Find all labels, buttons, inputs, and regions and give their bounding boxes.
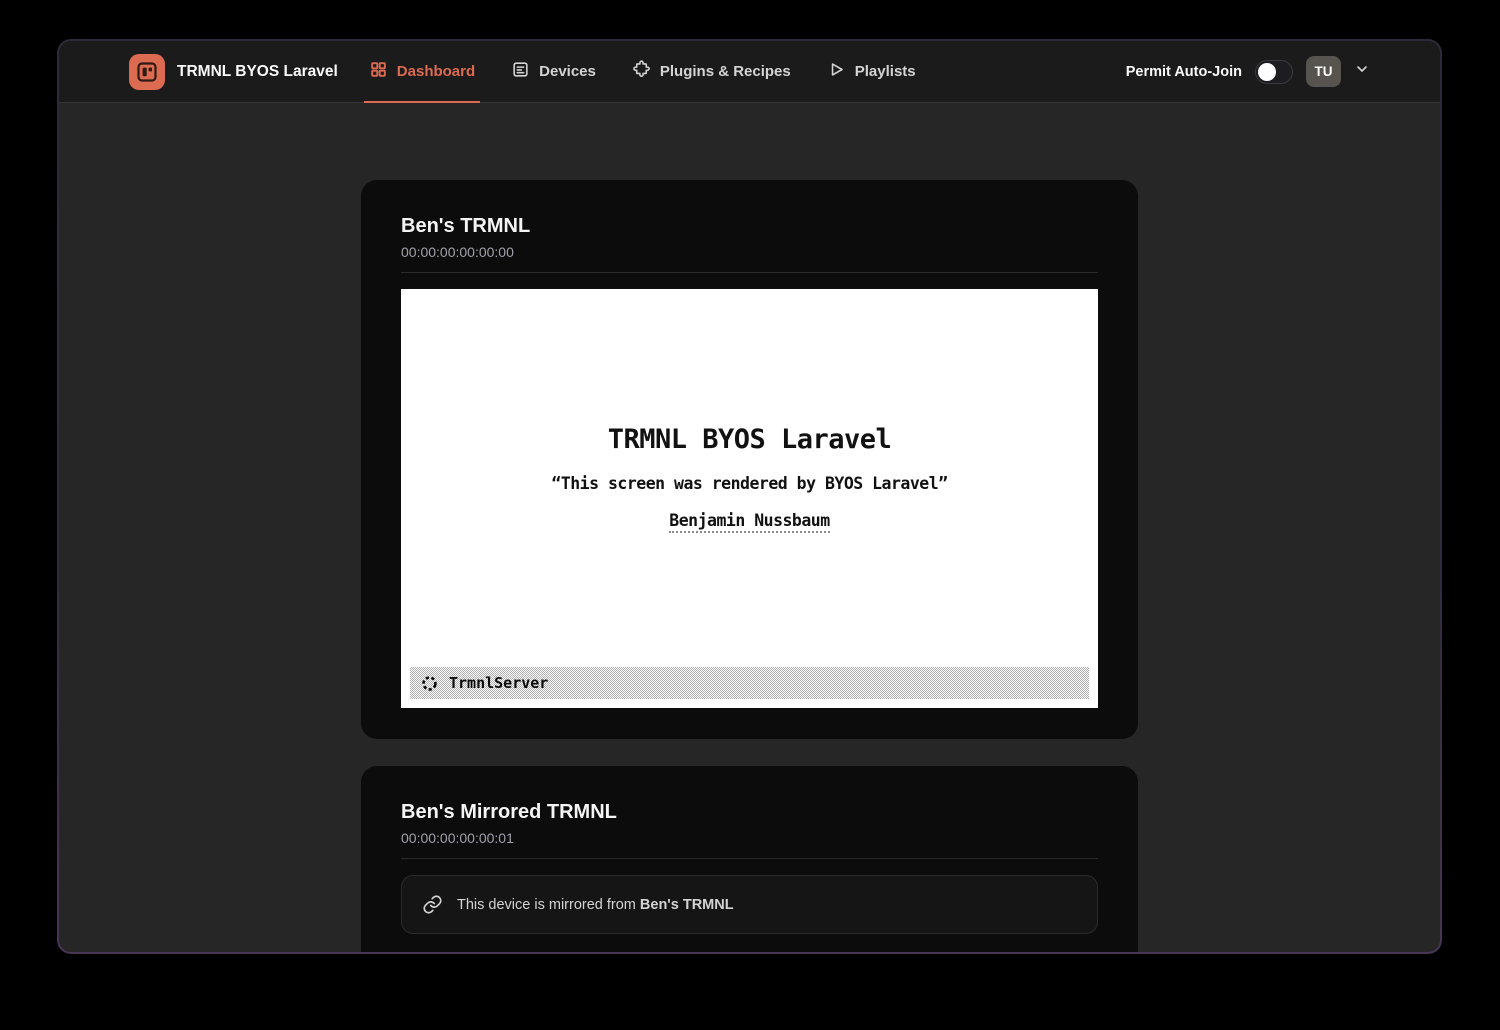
- app-window: TRMNL BYOS Laravel Dashboard: [59, 41, 1440, 952]
- chevron-down-icon[interactable]: [1354, 61, 1370, 82]
- app-title: TRMNL BYOS Laravel: [177, 63, 338, 81]
- device-mac-address: 00:00:00:00:00:00: [401, 242, 1098, 262]
- toggle-knob: [1258, 63, 1276, 81]
- play-icon: [827, 60, 846, 83]
- brand: TRMNL BYOS Laravel: [129, 41, 338, 102]
- tab-label: Plugins & Recipes: [660, 63, 791, 80]
- mirror-notice-text: This device is mirrored from Ben's TRMNL: [457, 897, 734, 913]
- permit-auto-join-label: Permit Auto-Join: [1126, 64, 1242, 80]
- trmnl-logo-icon: [129, 54, 165, 90]
- puzzle-icon: [632, 60, 651, 83]
- spinner-icon: [420, 674, 439, 693]
- user-avatar[interactable]: TU: [1306, 56, 1341, 87]
- tab-plugins-recipes[interactable]: Plugins & Recipes: [627, 41, 796, 102]
- tab-playlists[interactable]: Playlists: [822, 41, 921, 102]
- divider: [401, 858, 1098, 859]
- divider: [401, 272, 1098, 273]
- nav-right: Permit Auto-Join TU: [1126, 41, 1370, 102]
- device-name: Ben's Mirrored TRMNL: [401, 798, 1098, 826]
- device-name: Ben's TRMNL: [401, 212, 1098, 240]
- permit-auto-join-toggle[interactable]: [1255, 60, 1293, 84]
- screen-statusbar: TrmnlServer: [410, 667, 1089, 699]
- screen-quote: “This screen was rendered by BYOS Larave…: [551, 474, 947, 493]
- tab-label: Dashboard: [397, 63, 475, 80]
- screen-content: TRMNL BYOS Laravel “This screen was rend…: [401, 289, 1098, 667]
- link-icon: [422, 894, 443, 915]
- device-card-bens-trmnl: Ben's TRMNL 00:00:00:00:00:00 TRMNL BYOS…: [361, 180, 1138, 739]
- grid-icon: [369, 60, 388, 83]
- screen-author-link: Benjamin Nussbaum: [669, 511, 829, 533]
- device-list-icon: [511, 60, 530, 83]
- tab-label: Devices: [539, 63, 596, 80]
- mirror-source-name: Ben's TRMNL: [640, 897, 734, 913]
- top-nav: TRMNL BYOS Laravel Dashboard: [59, 41, 1440, 103]
- statusbar-label: TrmnlServer: [449, 674, 548, 692]
- app-window-frame: TRMNL BYOS Laravel Dashboard: [57, 39, 1442, 954]
- mirror-notice-prefix: This device is mirrored from: [457, 897, 640, 913]
- nav-tabs: Dashboard Devices: [364, 41, 921, 102]
- mirror-notice: This device is mirrored from Ben's TRMNL: [401, 875, 1098, 934]
- tab-dashboard[interactable]: Dashboard: [364, 41, 480, 102]
- device-mac-address: 00:00:00:00:00:01: [401, 828, 1098, 848]
- dashboard-content: Ben's TRMNL 00:00:00:00:00:00 TRMNL BYOS…: [59, 103, 1440, 952]
- tab-label: Playlists: [855, 63, 916, 80]
- tab-devices[interactable]: Devices: [506, 41, 601, 102]
- device-screen-preview: TRMNL BYOS Laravel “This screen was rend…: [401, 289, 1098, 708]
- screen-title: TRMNL BYOS Laravel: [608, 424, 892, 455]
- device-card-bens-mirrored-trmnl: Ben's Mirrored TRMNL 00:00:00:00:00:01 T…: [361, 766, 1138, 952]
